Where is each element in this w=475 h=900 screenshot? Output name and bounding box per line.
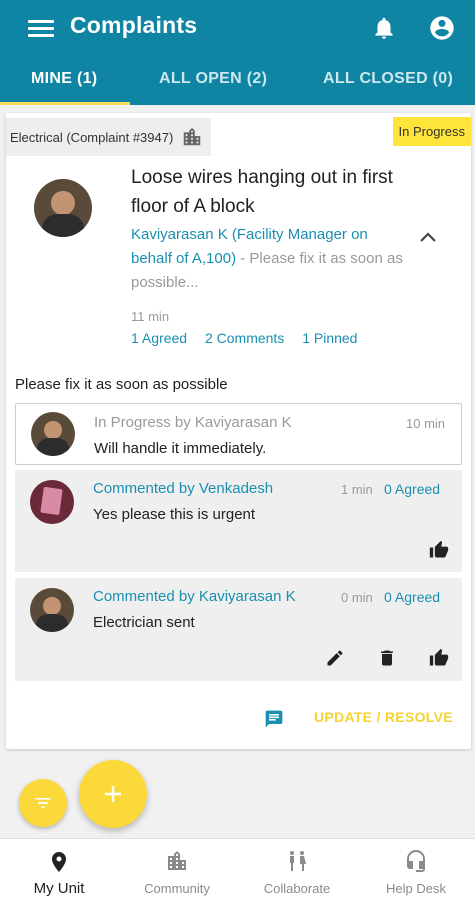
nav-label: My Unit bbox=[33, 880, 85, 897]
nav-label: Help Desk bbox=[386, 881, 446, 896]
entry-header[interactable]: Commented by Venkadesh bbox=[93, 480, 273, 497]
update-resolve-button[interactable]: UPDATE / RESOLVE bbox=[314, 709, 453, 725]
comment-icon[interactable] bbox=[264, 709, 284, 729]
status-badge: In Progress bbox=[392, 117, 471, 146]
complaint-counts: 1 Agreed 2 Comments 1 Pinned bbox=[131, 330, 371, 346]
people-icon bbox=[290, 851, 306, 871]
filter-icon bbox=[35, 798, 51, 808]
headset-icon bbox=[407, 850, 425, 872]
add-complaint-button[interactable] bbox=[79, 760, 147, 828]
nav-community[interactable]: Community bbox=[118, 839, 236, 900]
entry-time: 10 min bbox=[406, 416, 446, 431]
author-avatar bbox=[34, 179, 92, 237]
entry-header: In Progress by Kaviyarasan K bbox=[94, 414, 292, 431]
complaint-category: Electrical (Complaint #3947) bbox=[6, 118, 212, 156]
entry-agreed-link[interactable]: 0 Agreed bbox=[384, 589, 440, 605]
pinned-count-link[interactable]: 1 Pinned bbox=[302, 330, 357, 346]
nav-collaborate[interactable]: Collaborate bbox=[238, 839, 356, 900]
entry-avatar bbox=[31, 412, 75, 456]
entry-header[interactable]: Commented by Kaviyarasan K bbox=[93, 588, 296, 605]
filter-button[interactable] bbox=[19, 779, 67, 827]
edit-pencil-icon[interactable] bbox=[325, 648, 345, 668]
page-title: Complaints bbox=[70, 12, 198, 38]
tab-all-open[interactable]: ALL OPEN (2) bbox=[159, 70, 267, 88]
nav-help-desk[interactable]: Help Desk bbox=[357, 839, 475, 900]
entry-body: Yes please this is urgent bbox=[93, 506, 256, 523]
entry-time: 0 min bbox=[341, 590, 373, 605]
entry-avatar bbox=[30, 588, 74, 632]
nav-my-unit[interactable]: My Unit bbox=[0, 839, 118, 900]
complaint-description: Please fix it as soon as possible bbox=[15, 376, 228, 393]
delete-icon[interactable] bbox=[377, 648, 397, 668]
tab-indicator bbox=[0, 102, 130, 105]
complaint-time: 11 min bbox=[131, 309, 170, 324]
timeline-entry: In Progress by Kaviyarasan K Will handle… bbox=[15, 403, 462, 465]
plus-icon bbox=[105, 786, 121, 802]
complaint-title: Loose wires hanging out in first floor o… bbox=[131, 167, 393, 217]
complaint-meta: Kaviyarasan K (Facility Manager on behal… bbox=[131, 223, 411, 295]
agreed-count-link[interactable]: 1 Agreed bbox=[131, 330, 187, 346]
thumbs-up-icon[interactable] bbox=[429, 648, 449, 668]
tab-mine[interactable]: MINE (1) bbox=[31, 70, 97, 88]
entry-body: Electrician sent bbox=[93, 614, 195, 631]
building-icon bbox=[184, 127, 201, 146]
tab-all-closed[interactable]: ALL CLOSED (0) bbox=[323, 70, 453, 88]
chevron-up-icon[interactable] bbox=[418, 230, 438, 244]
location-pin-icon bbox=[52, 852, 66, 872]
complaint-card: Electrical (Complaint #3947) In Progress… bbox=[6, 113, 471, 749]
entry-avatar bbox=[30, 480, 74, 524]
update-row: UPDATE / RESOLVE bbox=[6, 703, 471, 733]
nav-label: Collaborate bbox=[263, 881, 331, 896]
comments-count-link[interactable]: 2 Comments bbox=[205, 330, 284, 346]
entry-time: 1 min bbox=[341, 482, 373, 497]
entry-agreed-link[interactable]: 0 Agreed bbox=[384, 481, 440, 497]
menu-icon[interactable] bbox=[28, 17, 54, 39]
bottom-navigation: My Unit Community Collaborate Help Desk bbox=[0, 838, 475, 900]
entry-body: Will handle it immediately. bbox=[94, 440, 267, 457]
timeline-entry: Commented by Venkadesh Yes please this i… bbox=[15, 470, 462, 572]
account-icon[interactable] bbox=[428, 14, 456, 42]
buildings-icon bbox=[168, 851, 186, 870]
thumbs-up-icon[interactable] bbox=[429, 540, 449, 560]
app-bar: Complaints MINE (1) ALL OPEN (2) ALL CLO… bbox=[0, 0, 475, 105]
nav-label: Community bbox=[144, 881, 210, 896]
complaint-category-label: Electrical (Complaint #3947) bbox=[10, 129, 174, 145]
timeline-entry: Commented by Kaviyarasan K Electrician s… bbox=[15, 578, 462, 681]
notifications-bell-icon[interactable] bbox=[371, 14, 397, 42]
